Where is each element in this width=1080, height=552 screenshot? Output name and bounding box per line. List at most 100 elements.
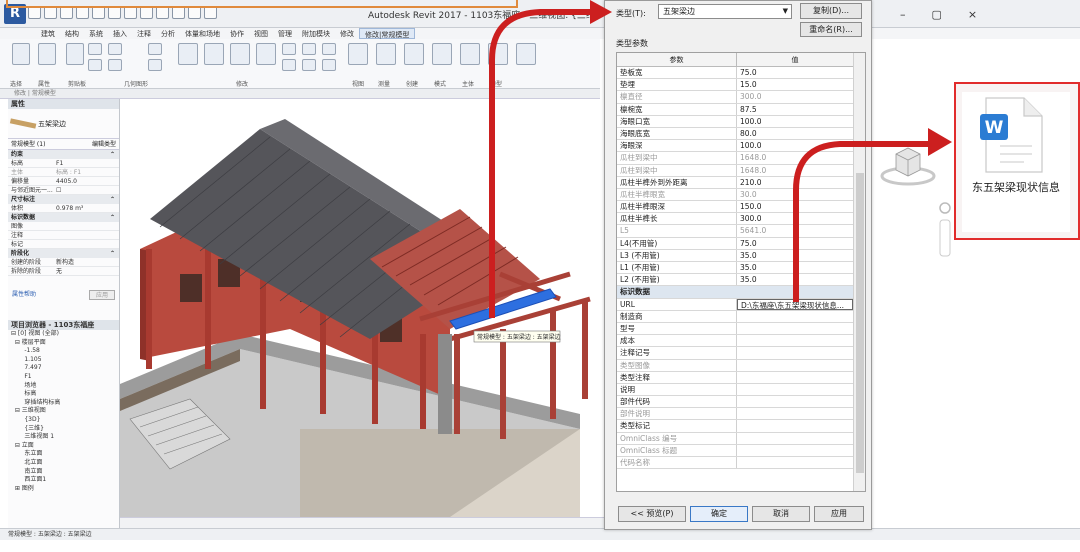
- param-value[interactable]: 1648.0: [737, 165, 853, 176]
- browser-tree-item[interactable]: F1: [11, 373, 119, 382]
- param-value[interactable]: 1648.0: [737, 152, 853, 163]
- tab-collaborate[interactable]: 协作: [225, 28, 249, 39]
- view-icon[interactable]: [348, 43, 368, 65]
- browser-tree-item[interactable]: {3D}: [11, 416, 119, 425]
- param-value[interactable]: [737, 335, 853, 346]
- param-value[interactable]: [737, 445, 853, 456]
- section-dimensions[interactable]: 尺寸标注 ⌃: [8, 195, 119, 204]
- param-value[interactable]: 35.0: [737, 274, 853, 285]
- param-value[interactable]: 87.5: [737, 104, 853, 115]
- property-value[interactable]: 标高 : F1: [54, 168, 119, 176]
- property-row[interactable]: 体积 0.978 m³: [8, 204, 119, 213]
- param-value[interactable]: [737, 457, 853, 468]
- ok-button[interactable]: 确定: [690, 506, 748, 522]
- preview-button[interactable]: << 预览(P): [618, 506, 686, 522]
- tab-annotate[interactable]: 注释: [132, 28, 156, 39]
- tab-manage[interactable]: 管理: [273, 28, 297, 39]
- properties-icon[interactable]: [38, 43, 56, 65]
- param-value[interactable]: 100.0: [737, 140, 853, 151]
- browser-tree-item[interactable]: 东立面: [11, 450, 119, 459]
- paste-icon[interactable]: [66, 43, 84, 65]
- tab-systems[interactable]: 系统: [84, 28, 108, 39]
- maximize-button[interactable]: ▢: [932, 8, 942, 21]
- cancel-button[interactable]: 取消: [752, 506, 810, 522]
- browser-tree-item[interactable]: ⊟ 三维视图: [11, 407, 119, 416]
- browser-tree-item[interactable]: 西立面1: [11, 476, 119, 485]
- mirror-icon[interactable]: [230, 43, 250, 65]
- property-value[interactable]: F1: [54, 159, 119, 167]
- param-row[interactable]: 类型标记: [617, 420, 865, 433]
- param-value[interactable]: 75.0: [737, 238, 853, 249]
- identity-section-header[interactable]: 标识数据 ⌃: [617, 286, 865, 299]
- property-value[interactable]: [54, 222, 119, 230]
- param-row[interactable]: 檩椀宽 87.5: [617, 103, 865, 116]
- tab-view[interactable]: 视图: [249, 28, 273, 39]
- property-value[interactable]: [54, 240, 119, 248]
- edit-family-icon[interactable]: [432, 43, 452, 65]
- param-row[interactable]: 类型图像: [617, 359, 865, 372]
- param-row[interactable]: 海眼底宽 80.0: [617, 127, 865, 141]
- split-icon[interactable]: [302, 43, 316, 55]
- tab-insert[interactable]: 插入: [108, 28, 132, 39]
- property-value[interactable]: 无: [54, 267, 119, 275]
- param-row[interactable]: 成本: [617, 335, 865, 348]
- param-value[interactable]: [737, 396, 853, 407]
- join-icon[interactable]: [108, 43, 122, 55]
- visibility-icon[interactable]: [516, 43, 536, 65]
- property-row[interactable]: 标高 F1: [8, 159, 119, 168]
- param-row[interactable]: OmniClass 标题: [617, 444, 865, 457]
- param-row[interactable]: 注释记号: [617, 347, 865, 360]
- scale-icon[interactable]: [322, 43, 336, 55]
- param-value[interactable]: 150.0: [737, 201, 853, 212]
- param-value[interactable]: [737, 433, 853, 444]
- param-value[interactable]: [737, 323, 853, 334]
- param-value[interactable]: [737, 384, 853, 395]
- model-icon[interactable]: [488, 43, 508, 65]
- param-row[interactable]: 型号: [617, 322, 865, 336]
- param-row[interactable]: 说明: [617, 383, 865, 397]
- param-row[interactable]: 瓜柱到梁中 1648.0: [617, 164, 865, 177]
- property-row[interactable]: 偏移量 4405.0: [8, 177, 119, 186]
- param-value[interactable]: 300.0: [737, 91, 853, 102]
- section-identity[interactable]: 标识数据 ⌃: [8, 213, 119, 222]
- array-icon[interactable]: [302, 59, 316, 71]
- property-row[interactable]: 与邻近图元一... ☐: [8, 186, 119, 195]
- property-value[interactable]: 0.978 m³: [54, 204, 119, 212]
- param-value[interactable]: 35.0: [737, 250, 853, 261]
- param-value[interactable]: [737, 311, 853, 322]
- url-value-field[interactable]: D:\东福座\东五架梁现状信息...: [737, 298, 853, 310]
- property-value[interactable]: [54, 231, 119, 239]
- param-row[interactable]: 制造商: [617, 310, 865, 323]
- param-value[interactable]: [737, 372, 853, 383]
- param-row[interactable]: L1 (不用管) 35.0: [617, 262, 865, 275]
- param-row[interactable]: 瓜柱半榫长 300.0: [617, 213, 865, 226]
- param-value[interactable]: 75.0: [737, 67, 853, 78]
- column-value[interactable]: 值: [737, 53, 853, 66]
- edit-type-button[interactable]: 编辑类型: [92, 139, 116, 149]
- cut-icon[interactable]: [88, 43, 102, 55]
- param-row[interactable]: L4(不用管) 75.0: [617, 237, 865, 250]
- property-value[interactable]: 4405.0: [54, 177, 119, 185]
- rotate-icon[interactable]: [282, 43, 296, 55]
- browser-tree-item[interactable]: 1.105: [11, 356, 119, 365]
- offset-icon[interactable]: [204, 43, 224, 65]
- param-value[interactable]: [737, 420, 853, 431]
- tab-analyze[interactable]: 分析: [156, 28, 180, 39]
- property-row[interactable]: 拆除的阶段 无: [8, 267, 119, 276]
- copy-icon[interactable]: [88, 59, 102, 71]
- param-row[interactable]: 部件代码: [617, 396, 865, 409]
- word-document-icon[interactable]: W: [976, 96, 1046, 176]
- param-value[interactable]: 300.0: [737, 213, 853, 224]
- properties-help-link[interactable]: 属性帮助: [12, 290, 36, 300]
- property-value[interactable]: ☐: [54, 186, 119, 194]
- tab-modify[interactable]: 修改: [335, 28, 359, 39]
- section-constraints[interactable]: 约束 ⌃: [8, 150, 119, 159]
- trim-icon[interactable]: [282, 59, 296, 71]
- cut-geometry-icon[interactable]: [148, 43, 162, 55]
- select-icon[interactable]: [12, 43, 30, 65]
- column-parameter[interactable]: 参数: [617, 53, 737, 66]
- param-row[interactable]: 瓜柱半榫眼宽 30.0: [617, 188, 865, 202]
- rename-button[interactable]: 重命名(R)...: [800, 22, 862, 37]
- param-value[interactable]: 15.0: [737, 79, 853, 90]
- browser-tree-item[interactable]: 标高: [11, 390, 119, 399]
